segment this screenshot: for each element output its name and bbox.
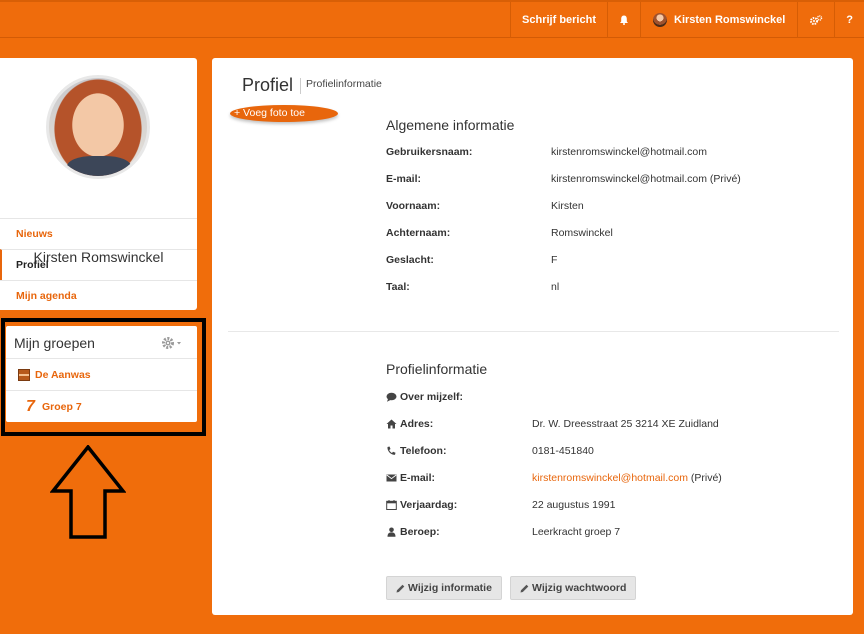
highlight-box bbox=[1, 318, 206, 436]
avatar bbox=[653, 13, 667, 27]
phone-icon bbox=[387, 446, 396, 455]
profile-email-label: E-mail: bbox=[400, 472, 436, 484]
firstname-label: Voornaam: bbox=[386, 200, 441, 212]
lastname-value: Romswinckel bbox=[551, 227, 613, 239]
profile-card: Kirsten Romswinckel Nieuws Profiel Mijn … bbox=[0, 58, 197, 310]
settings-button[interactable] bbox=[797, 2, 834, 38]
edit-password-button[interactable]: Wijzig wachtwoord bbox=[510, 576, 637, 600]
up-arrow-icon bbox=[50, 445, 126, 539]
email-value: kirstenromswinckel@hotmail.com (Privé) bbox=[551, 173, 741, 185]
notifications-button[interactable] bbox=[607, 2, 640, 38]
birthday-label: Verjaardag: bbox=[400, 499, 458, 511]
profile-email-value: kirstenromswinckel@hotmail.com (Privé) bbox=[532, 472, 722, 484]
help-label: ? bbox=[846, 14, 853, 26]
gender-label: Geslacht: bbox=[386, 254, 434, 266]
email-privacy: (Privé) bbox=[690, 472, 722, 484]
address-field: Adres: bbox=[386, 418, 433, 430]
side-nav-news[interactable]: Nieuws bbox=[0, 218, 197, 249]
navbar-actions: Schrijf bericht Kirsten Romswinckel ? bbox=[510, 2, 864, 38]
page-title: Profiel bbox=[242, 75, 294, 95]
home-icon bbox=[386, 419, 397, 429]
profile-info-title: Profielinformatie bbox=[386, 361, 488, 377]
section-divider bbox=[228, 331, 839, 332]
pencil-icon bbox=[396, 584, 405, 592]
about-me-label: Over mijzelf: bbox=[400, 391, 464, 403]
language-label: Taal: bbox=[386, 281, 410, 293]
email-label: E-mail: bbox=[386, 173, 422, 185]
top-navbar: Schrijf bericht Kirsten Romswinckel ? bbox=[0, 0, 864, 38]
occupation-value: Leerkracht groep 7 bbox=[532, 526, 621, 538]
envelope-icon bbox=[386, 474, 397, 482]
side-nav: Nieuws Profiel Mijn agenda bbox=[0, 218, 197, 311]
profile-main-card: Profiel Profielinformatie + Voeg foto to… bbox=[212, 58, 853, 615]
user-icon bbox=[387, 527, 396, 537]
language-value: nl bbox=[551, 281, 560, 293]
gender-value: F bbox=[551, 254, 558, 266]
address-value: Dr. W. Dreesstraat 25 3214 XE Zuidland bbox=[532, 418, 719, 430]
phone-field: Telefoon: bbox=[386, 445, 446, 457]
occupation-field: Beroep: bbox=[386, 526, 440, 538]
phone-value: 0181-451840 bbox=[532, 445, 594, 457]
comment-icon bbox=[386, 392, 397, 402]
write-message-label: Schrijf bericht bbox=[522, 14, 596, 26]
pencil-icon bbox=[520, 584, 529, 592]
email-link[interactable]: kirstenromswinckel@hotmail.com bbox=[532, 472, 688, 484]
username-label: Gebruikersnaam: bbox=[386, 146, 473, 158]
profile-photo bbox=[46, 75, 150, 179]
edit-info-label: Wijzig informatie bbox=[408, 582, 492, 594]
add-photo-button[interactable]: + Voeg foto toe bbox=[230, 105, 338, 122]
about-me-field: Over mijzelf: bbox=[386, 391, 463, 403]
phone-label: Telefoon: bbox=[400, 445, 447, 457]
page-subtitle: Profielinformatie bbox=[300, 78, 382, 94]
write-message-button[interactable]: Schrijf bericht bbox=[510, 2, 607, 38]
general-info-title: Algemene informatie bbox=[386, 117, 515, 133]
birthday-value: 22 augustus 1991 bbox=[532, 499, 616, 511]
firstname-value: Kirsten bbox=[551, 200, 584, 212]
user-name: Kirsten Romswinckel bbox=[674, 14, 786, 26]
profile-email-field: E-mail: bbox=[386, 472, 435, 484]
birthday-field: Verjaardag: bbox=[386, 499, 457, 511]
lastname-label: Achternaam: bbox=[386, 227, 451, 239]
edit-info-button[interactable]: Wijzig informatie bbox=[386, 576, 502, 600]
calendar-icon bbox=[386, 500, 397, 510]
bell-icon bbox=[620, 15, 628, 25]
address-label: Adres: bbox=[400, 418, 434, 430]
side-nav-profile[interactable]: Profiel bbox=[0, 249, 197, 280]
side-nav-agenda[interactable]: Mijn agenda bbox=[0, 280, 197, 311]
user-menu-button[interactable]: Kirsten Romswinckel bbox=[640, 2, 797, 38]
help-button[interactable]: ? bbox=[834, 2, 864, 38]
username-value: kirstenromswinckel@hotmail.com bbox=[551, 146, 707, 158]
occupation-label: Beroep: bbox=[400, 526, 440, 538]
gears-icon bbox=[810, 15, 823, 25]
edit-password-label: Wijzig wachtwoord bbox=[532, 582, 627, 594]
